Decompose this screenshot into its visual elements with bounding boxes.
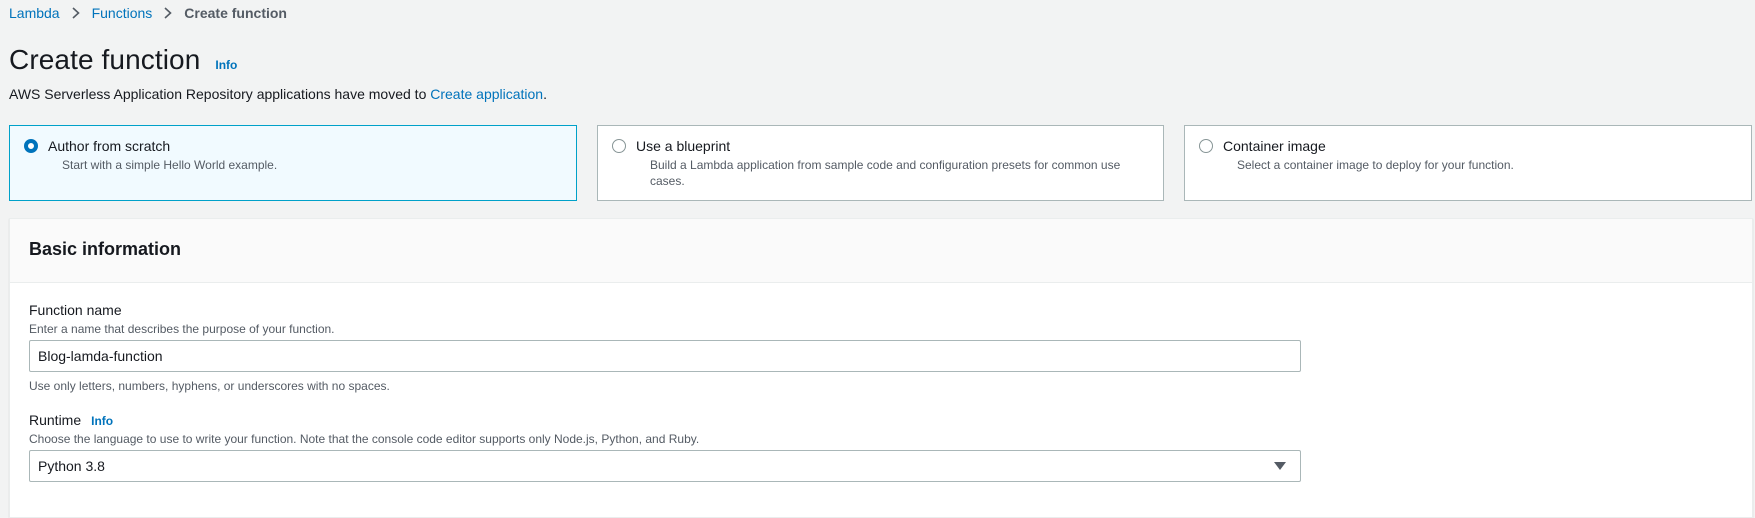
breadcrumb-current: Create function [184,5,287,21]
function-name-label: Function name [29,302,122,318]
page-title: Create function [9,44,201,75]
panel-header: Basic information [10,219,1752,283]
runtime-select[interactable]: Python 3.8 [29,450,1301,482]
runtime-info-link[interactable]: Info [91,414,113,428]
runtime-label-text: Runtime [29,412,82,428]
title-info-link[interactable]: Info [215,58,237,72]
function-name-constraint: Use only letters, numbers, hyphens, or u… [29,379,390,393]
runtime-description: Choose the language to use to write your… [29,432,700,446]
option-description: Build a Lambda application from sample c… [650,158,1121,188]
option-title: Author from scratch [48,138,171,154]
migration-notice: AWS Serverless Application Repository ap… [9,86,547,102]
caret-down-icon [1274,462,1286,470]
radio-unselected-icon[interactable] [612,139,626,153]
runtime-label: Runtime Info [29,412,113,428]
option-container-image[interactable]: Container image Select a container image… [1184,125,1752,201]
notice-text: AWS Serverless Application Repository ap… [9,86,431,102]
function-name-description: Enter a name that describes the purpose … [29,322,335,336]
chevron-right-icon [164,7,172,19]
function-name-label-text: Function name [29,302,122,318]
option-author-from-scratch[interactable]: Author from scratch Start with a simple … [9,125,577,201]
breadcrumb-lambda-link[interactable]: Lambda [9,5,60,21]
option-title: Use a blueprint [636,138,731,154]
breadcrumb: Lambda Functions Create function [9,4,287,22]
page-header: Create function Info [9,44,237,76]
radio-unselected-icon[interactable] [1199,139,1213,153]
radio-selected-icon[interactable] [24,139,38,153]
option-description: Start with a simple Hello World example. [62,158,278,172]
function-name-input[interactable] [29,340,1301,372]
chevron-right-icon [72,7,80,19]
basic-information-panel: Basic information Function name Enter a … [9,218,1753,518]
creation-options: Author from scratch Start with a simple … [9,125,1753,202]
option-title: Container image [1223,138,1326,154]
notice-text-end: . [543,86,547,102]
create-application-link[interactable]: Create application [430,86,543,102]
option-use-blueprint[interactable]: Use a blueprint Build a Lambda applicati… [597,125,1164,201]
runtime-selected-value: Python 3.8 [38,458,105,474]
panel-title: Basic information [29,239,182,259]
option-description: Select a container image to deploy for y… [1237,158,1514,172]
breadcrumb-functions-link[interactable]: Functions [92,5,153,21]
